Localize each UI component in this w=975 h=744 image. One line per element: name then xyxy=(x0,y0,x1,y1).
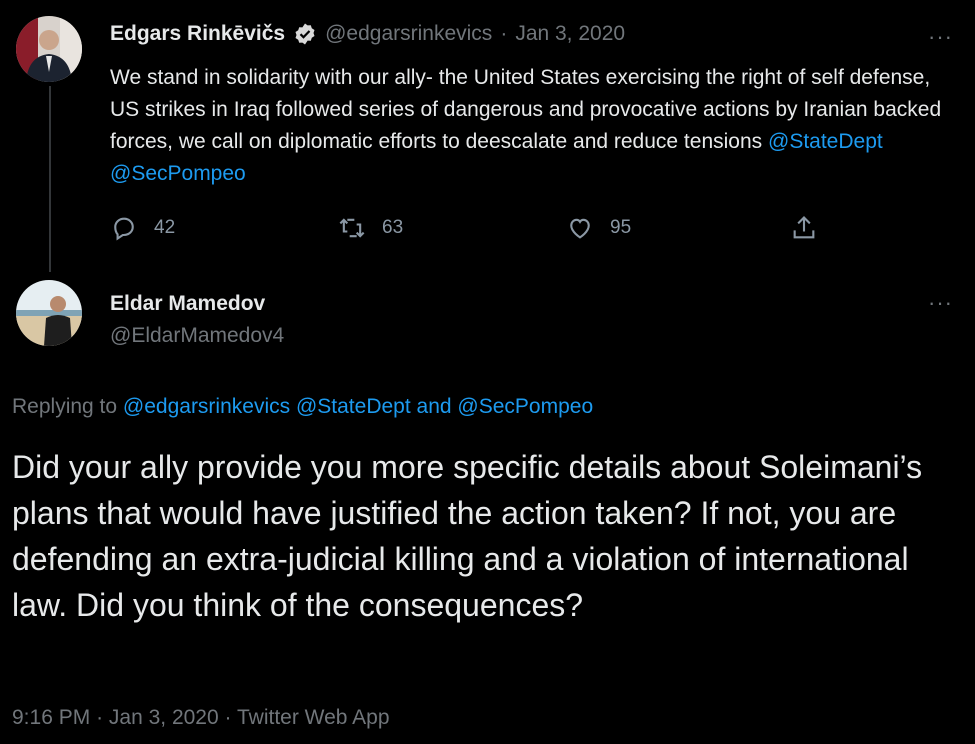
mention-edgarsrinkevics[interactable]: @edgarsrinkevics xyxy=(123,395,290,418)
reply-author-name[interactable]: Eldar Mamedov xyxy=(110,292,265,316)
tweet1-body: We stand in solidarity with our ally- th… xyxy=(110,62,960,190)
share-button[interactable] xyxy=(790,214,818,242)
avatar-eldar[interactable] xyxy=(16,280,82,346)
header-separator: · xyxy=(500,22,508,45)
tweet1-actions: 42 63 95 xyxy=(110,214,830,242)
like-count: 95 xyxy=(610,217,632,238)
verified-badge-icon xyxy=(293,22,317,46)
more-icon[interactable]: ··· xyxy=(928,290,953,316)
tweet-source[interactable]: Twitter Web App xyxy=(237,706,390,729)
replying-prefix: Replying to xyxy=(12,395,118,418)
tweet-date[interactable]: Jan 3, 2020 xyxy=(515,22,625,46)
reply-author-handle[interactable]: @EldarMamedov4 xyxy=(110,324,284,348)
avatar-image xyxy=(16,280,82,346)
reply-body: Did your ally provide you more specific … xyxy=(12,449,923,623)
replying-to-line: Replying to @edgarsrinkevics @StateDept … xyxy=(12,395,593,419)
avatar-edgars[interactable] xyxy=(16,16,82,82)
thread-connector-line xyxy=(49,86,51,272)
share-icon xyxy=(793,216,815,239)
avatar-image xyxy=(16,16,82,82)
replying-and: and xyxy=(416,395,452,418)
retweet-icon xyxy=(339,218,365,238)
footer-separator: · xyxy=(224,706,232,729)
mention-secpompeo[interactable]: @SecPompeo xyxy=(110,162,246,185)
tweet1-header: Edgars Rinkēvičs @edgarsrinkevics · Jan … xyxy=(110,22,625,46)
like-button[interactable]: 95 xyxy=(566,214,631,242)
retweet-count: 63 xyxy=(382,217,404,238)
author-name[interactable]: Edgars Rinkēvičs xyxy=(110,22,285,46)
tweet-time[interactable]: 9:16 PM xyxy=(12,706,90,729)
footer-separator: · xyxy=(96,706,104,729)
more-icon[interactable]: ··· xyxy=(928,24,953,50)
author-handle[interactable]: @edgarsrinkevics xyxy=(325,22,492,46)
mention-statedept[interactable]: @StateDept xyxy=(296,395,411,418)
reply-button[interactable]: 42 xyxy=(110,214,175,242)
mention-secpompeo[interactable]: @SecPompeo xyxy=(457,395,593,418)
tweet-date[interactable]: Jan 3, 2020 xyxy=(109,706,219,729)
reply-icon xyxy=(114,217,134,241)
like-icon xyxy=(570,218,590,239)
tweet-timestamp: 9:16 PM · Jan 3, 2020 · Twitter Web App xyxy=(12,706,390,730)
reply-count: 42 xyxy=(154,217,176,238)
mention-statedept[interactable]: @StateDept xyxy=(768,130,883,153)
retweet-button[interactable]: 63 xyxy=(338,214,403,242)
